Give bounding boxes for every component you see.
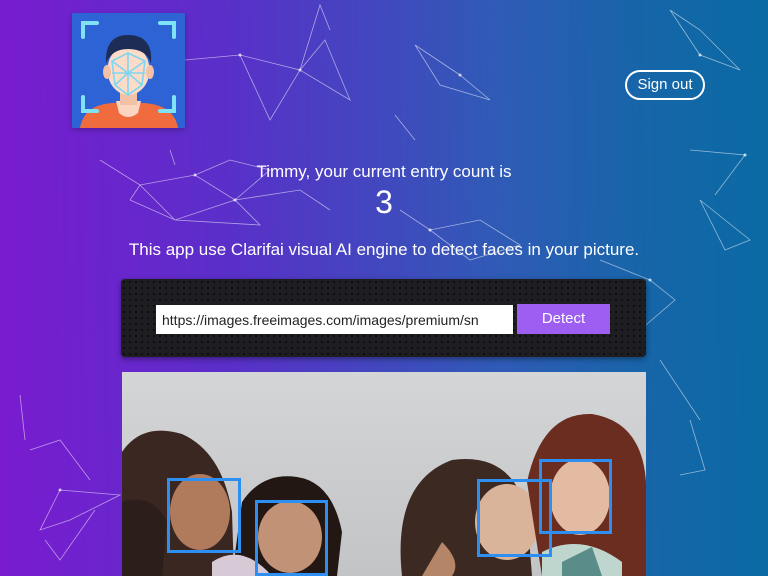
sign-out-button[interactable]: Sign out (625, 70, 705, 100)
app-logo[interactable] (72, 13, 185, 128)
entry-count-message: Timmy, your current entry count is (256, 162, 512, 181)
result-image (122, 372, 646, 576)
app-description: This app use Clarifai visual AI engine t… (128, 240, 640, 259)
face-bounding-box (255, 500, 328, 576)
face-bounding-box (167, 478, 241, 553)
entry-count-value: 3 (375, 184, 393, 220)
face-recognition-icon (72, 13, 185, 128)
image-url-input[interactable] (156, 305, 513, 334)
face-bounding-box (539, 459, 612, 534)
detect-button[interactable]: Detect (517, 304, 610, 334)
